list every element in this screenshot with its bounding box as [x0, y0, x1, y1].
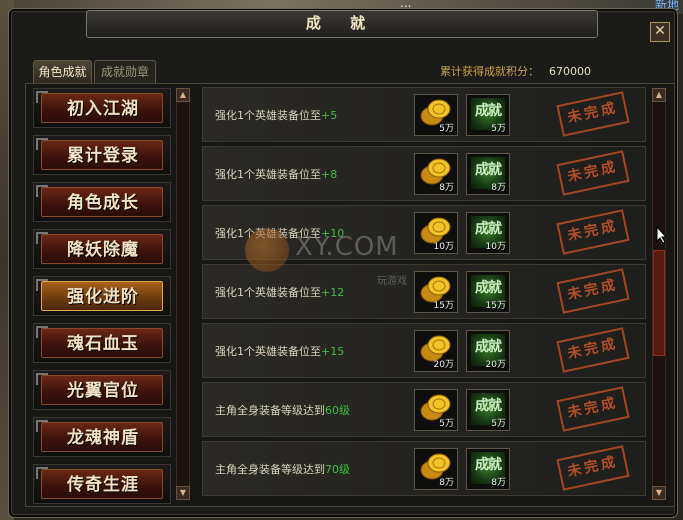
- achievement-text: 强化1个英雄装备位至+8: [215, 168, 338, 181]
- sidebar-item-jiang-yao-chu-mo[interactable]: 降妖除魔: [33, 229, 171, 269]
- achievement-badge-reward[interactable]: 成就 15万: [466, 271, 510, 313]
- sidebar-item-label: 光翼官位: [67, 381, 139, 401]
- gold-amount: 8万: [439, 183, 454, 193]
- achievement-text: 主角全身装备等级达到70级: [215, 463, 350, 476]
- triangle-down-icon: ▼: [179, 488, 187, 497]
- achievement-badge-reward[interactable]: 成就 8万: [466, 448, 510, 490]
- badge-amount: 5万: [491, 419, 506, 429]
- sidebar-scroll-down-button[interactable]: ▼: [176, 486, 190, 500]
- gold-amount: 8万: [439, 478, 454, 488]
- triangle-down-icon: ▼: [655, 488, 663, 497]
- achievement-row: 主角全身装备等级达到70级 8万 成就 8万 未完成: [202, 441, 646, 496]
- gold-reward[interactable]: 20万: [414, 330, 458, 372]
- achievement-badge-reward[interactable]: 成就 5万: [466, 94, 510, 136]
- window-title: 成 就: [305, 14, 378, 32]
- sidebar-item-label: 角色成长: [67, 193, 139, 213]
- sidebar-item-chu-ru-jiang-hu[interactable]: 初入江湖: [33, 88, 171, 128]
- sidebar-item-label: 传奇生涯: [67, 475, 139, 495]
- achievement-text: 主角全身装备等级达到60级: [215, 404, 350, 417]
- status-stamp: 未完成: [556, 386, 630, 432]
- achievement-points: 累计获得成就积分： 670000: [440, 63, 591, 79]
- gold-amount: 5万: [439, 419, 454, 429]
- sidebar-item-chuan-qi-sheng-ya[interactable]: 传奇生涯: [33, 464, 171, 504]
- badge-amount: 8万: [491, 478, 506, 488]
- list-scroll-thumb[interactable]: [653, 250, 665, 356]
- achievement-row: 强化1个英雄装备位至+5 5万 成就 5万 未完成: [202, 87, 646, 142]
- badge-amount: 15万: [485, 301, 506, 311]
- achievement-text: 强化1个英雄装备位至+15: [215, 345, 345, 358]
- sidebar-item-guang-yi-guan-wei[interactable]: 光翼官位: [33, 370, 171, 410]
- achievement-badge-reward[interactable]: 成就 10万: [466, 212, 510, 254]
- triangle-up-icon: ▲: [655, 90, 663, 99]
- sidebar-item-label: 累计登录: [67, 146, 139, 166]
- sidebar-item-lei-ji-deng-lu[interactable]: 累计登录: [33, 135, 171, 175]
- tab-achievement-medal[interactable]: 成就勋章: [94, 60, 156, 83]
- gold-reward[interactable]: 5万: [414, 94, 458, 136]
- sidebar-item-label: 魂石血玉: [67, 334, 139, 354]
- watermark-subtext: 玩游戏: [377, 276, 407, 287]
- sidebar-item-label: 初入江湖: [67, 99, 139, 119]
- sidebar-item-label: 强化进阶: [67, 287, 139, 307]
- tab-role-achievement[interactable]: 角色成就: [33, 60, 92, 83]
- gold-amount: 15万: [433, 301, 454, 311]
- achievement-row: 主角全身装备等级达到60级 5万 成就 5万 未完成: [202, 382, 646, 437]
- points-label: 累计获得成就积分：: [440, 65, 539, 78]
- achievement-row: 强化1个英雄装备位至+15 20万 成就 20万 未完成: [202, 323, 646, 378]
- list-scroll-up-button[interactable]: ▲: [652, 88, 666, 102]
- badge-amount: 20万: [485, 360, 506, 370]
- close-icon: ✕: [654, 23, 666, 39]
- achievement-row: 强化1个英雄装备位至+8 8万 成就 8万 未完成: [202, 146, 646, 201]
- achievement-text: 强化1个英雄装备位至+5: [215, 109, 338, 122]
- sidebar-item-label: 龙魂神盾: [67, 428, 139, 448]
- sidebar-scroll-up-button[interactable]: ▲: [176, 88, 190, 102]
- achievement-text: 强化1个英雄装备位至+12: [215, 286, 345, 299]
- achievement-badge-reward[interactable]: 成就 5万: [466, 389, 510, 431]
- gold-reward[interactable]: 5万: [414, 389, 458, 431]
- achievement-badge-reward[interactable]: 成就 20万: [466, 330, 510, 372]
- sidebar-item-label: 降妖除魔: [67, 240, 139, 260]
- badge-amount: 10万: [485, 242, 506, 252]
- list-scroll-down-button[interactable]: ▼: [652, 486, 666, 500]
- sidebar-item-hun-shi-xue-yu[interactable]: 魂石血玉: [33, 323, 171, 363]
- triangle-up-icon: ▲: [179, 90, 187, 99]
- gold-reward[interactable]: 8万: [414, 153, 458, 195]
- badge-amount: 8万: [491, 183, 506, 193]
- status-stamp: 未完成: [556, 445, 630, 491]
- badge-amount: 5万: [491, 124, 506, 134]
- owl-logo-icon: [245, 228, 289, 272]
- watermark-text: XY.COM: [295, 232, 399, 262]
- gold-reward[interactable]: 8万: [414, 448, 458, 490]
- mouse-cursor-icon: [656, 226, 668, 244]
- sidebar-item-qiang-hua-jin-jie[interactable]: 强化进阶: [33, 276, 171, 316]
- gold-amount: 10万: [433, 242, 454, 252]
- sidebar-item-jue-se-cheng-zhang[interactable]: 角色成长: [33, 182, 171, 222]
- status-stamp: 未完成: [556, 209, 630, 255]
- sidebar-item-long-hun-shen-dun[interactable]: 龙魂神盾: [33, 417, 171, 457]
- gold-amount: 5万: [439, 124, 454, 134]
- status-stamp: 未完成: [556, 91, 630, 137]
- achievement-badge-reward[interactable]: 成就 8万: [466, 153, 510, 195]
- status-stamp: 未完成: [556, 150, 630, 196]
- close-button[interactable]: ✕: [650, 22, 670, 42]
- sidebar-scrollbar[interactable]: [176, 88, 190, 500]
- gold-reward[interactable]: 10万: [414, 212, 458, 254]
- status-stamp: 未完成: [556, 327, 630, 373]
- points-value: 670000: [549, 65, 591, 78]
- status-stamp: 未完成: [556, 268, 630, 314]
- gold-amount: 20万: [433, 360, 454, 370]
